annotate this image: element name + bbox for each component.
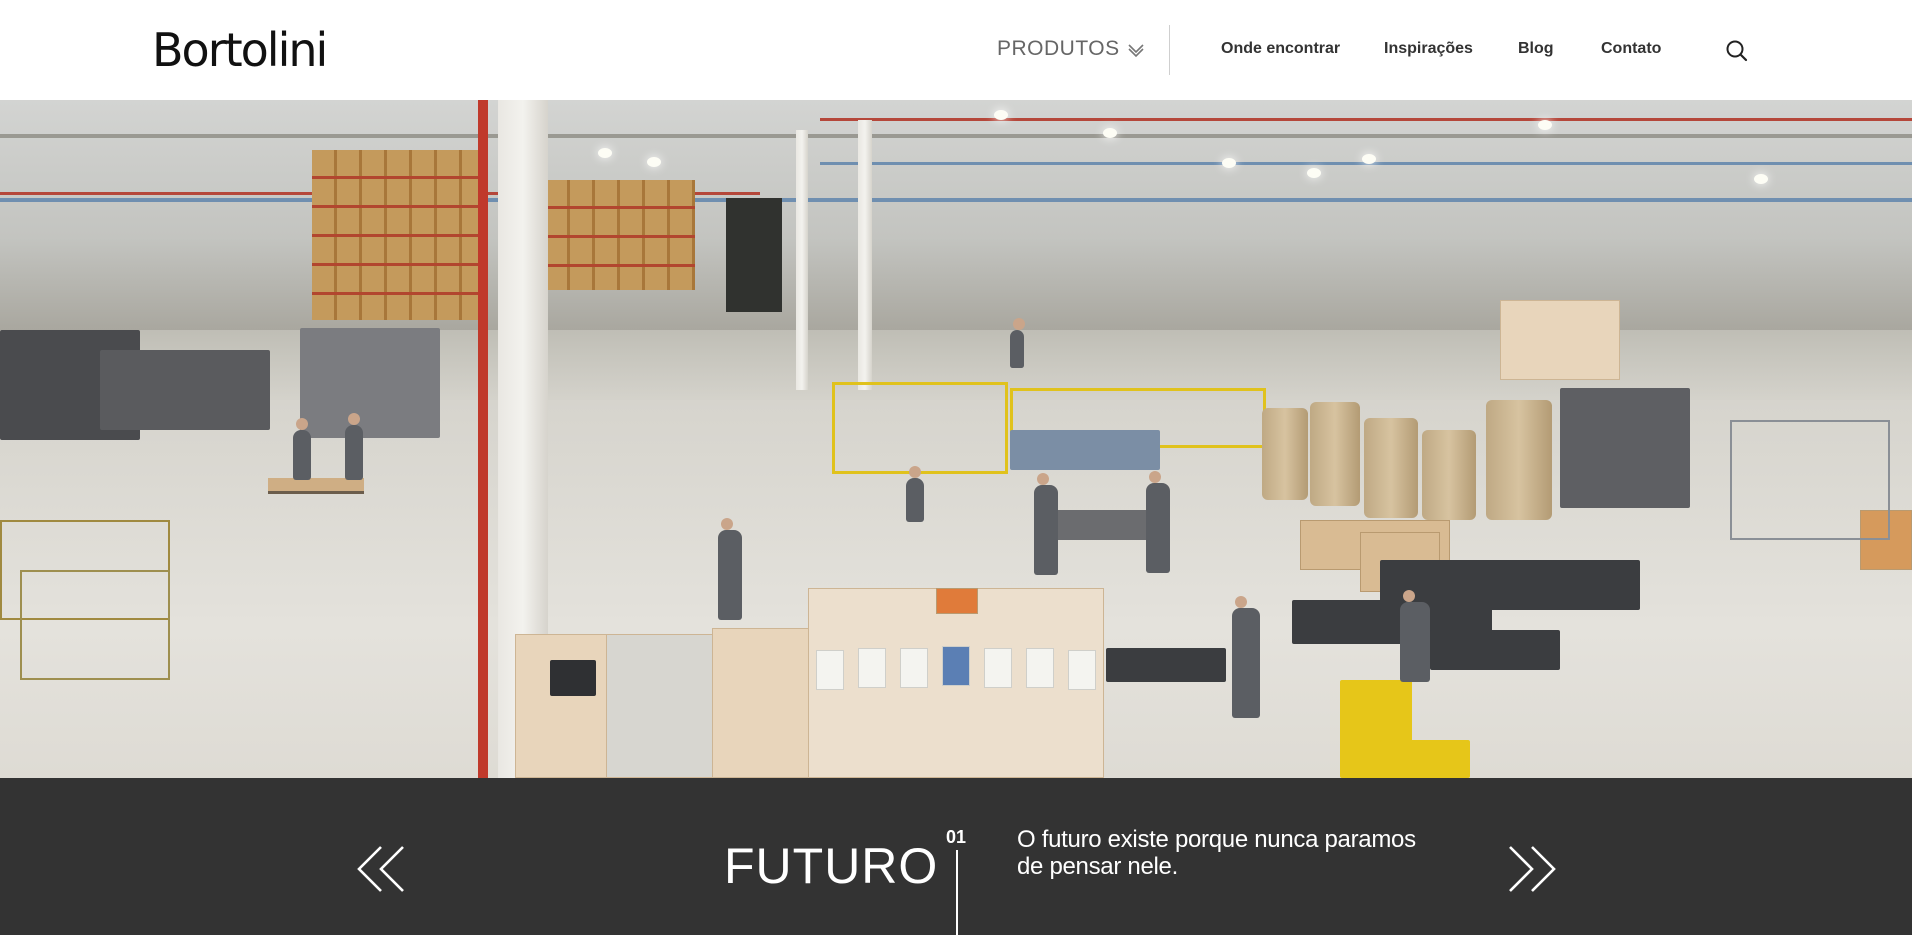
roof-beam: [0, 134, 1912, 138]
workstation-cabinet: [712, 628, 812, 778]
double-chevron-right-icon: [1509, 846, 1556, 892]
factory-column: [858, 120, 872, 390]
cardboard-roll: [1364, 418, 1418, 518]
cardboard-roll: [1310, 402, 1360, 506]
clipboard-sheet: [1068, 650, 1096, 690]
slide-description: O futuro existe porque nunca paramos de …: [1017, 826, 1416, 880]
ceiling-light: [1103, 128, 1117, 138]
clipboard-sheet: [942, 646, 970, 686]
cabin: [1500, 300, 1620, 380]
blue-pipe: [0, 198, 1912, 202]
brand-logo[interactable]: Bortolini: [152, 22, 328, 78]
slide-number: 01: [946, 827, 967, 847]
shelf-rows: [545, 180, 695, 290]
slider-next-button[interactable]: [1504, 844, 1558, 894]
machine: [100, 350, 270, 430]
ceiling-light: [994, 110, 1008, 120]
red-column: [478, 100, 488, 778]
nav-link-contato[interactable]: Contato: [1601, 39, 1661, 59]
pallet-jack: [1380, 740, 1470, 778]
clipboard-sheet: [1026, 648, 1054, 688]
clipboard-sheet: [858, 648, 886, 688]
slider-prev-button[interactable]: [355, 844, 409, 894]
double-chevron-left-icon: [357, 846, 404, 892]
workstation-shelf: [515, 634, 610, 778]
hero-slider-caption: FUTURO 01 O futuro existe porque nunca p…: [0, 778, 1912, 935]
worker: [345, 413, 363, 480]
ceiling-light: [647, 157, 661, 167]
site-header: Bortolini PRODUTOS Onde encontrar Inspir…: [0, 0, 1912, 100]
roof-beam-red: [820, 118, 1912, 121]
clipboard-sheet: [816, 650, 844, 690]
hero-factory-image: [0, 100, 1912, 778]
computer-monitor: [550, 660, 596, 696]
nav-produtos-dropdown[interactable]: PRODUTOS: [997, 36, 1146, 62]
clipboard-sheet: [900, 648, 928, 688]
shelf-rows: [312, 150, 482, 320]
worker: [1010, 318, 1025, 368]
nav-link-blog[interactable]: Blog: [1518, 39, 1554, 59]
nav-produtos-label: PRODUTOS: [997, 37, 1120, 60]
worker: [1232, 596, 1260, 718]
cardboard-roll: [1262, 408, 1308, 500]
nav-divider: [1169, 25, 1170, 75]
slide-title: FUTURO: [724, 838, 939, 894]
ceiling-light: [598, 148, 612, 158]
worker: [293, 418, 311, 480]
cardboard-roll: [1486, 400, 1552, 520]
factory-column: [796, 130, 808, 390]
plastic-pallet: [1430, 630, 1560, 670]
ceiling-light: [1754, 174, 1768, 184]
worker: [1146, 471, 1170, 573]
metal-cart: [20, 570, 170, 680]
chevron-down-icon: [1126, 39, 1146, 59]
search-icon[interactable]: [1724, 38, 1750, 64]
slide-divider: [956, 850, 958, 935]
ceiling-light: [1307, 168, 1321, 178]
ceiling-light: [1222, 158, 1236, 168]
work-table: [268, 478, 364, 494]
worker: [906, 466, 924, 522]
ceiling-light: [1362, 154, 1376, 164]
metal-rack: [1730, 420, 1890, 540]
machine: [300, 328, 440, 438]
conveyor: [1010, 430, 1160, 470]
nav-link-onde-encontrar[interactable]: Onde encontrar: [1221, 39, 1340, 59]
ceiling-light: [1538, 120, 1552, 130]
worker: [1400, 590, 1430, 682]
clipboard-sheet: [984, 648, 1012, 688]
cardboard-roll: [1422, 430, 1476, 520]
machine: [1560, 388, 1690, 508]
nav-link-inspiracoes[interactable]: Inspirações: [1384, 39, 1473, 59]
yellow-safety-gate: [832, 382, 1008, 474]
orange-label: [936, 588, 978, 614]
plastic-pallet: [1106, 648, 1226, 682]
workstation-cabinet: [606, 634, 716, 778]
worker: [1034, 473, 1058, 575]
safety-sign-board: [726, 198, 782, 312]
worker: [718, 518, 742, 620]
